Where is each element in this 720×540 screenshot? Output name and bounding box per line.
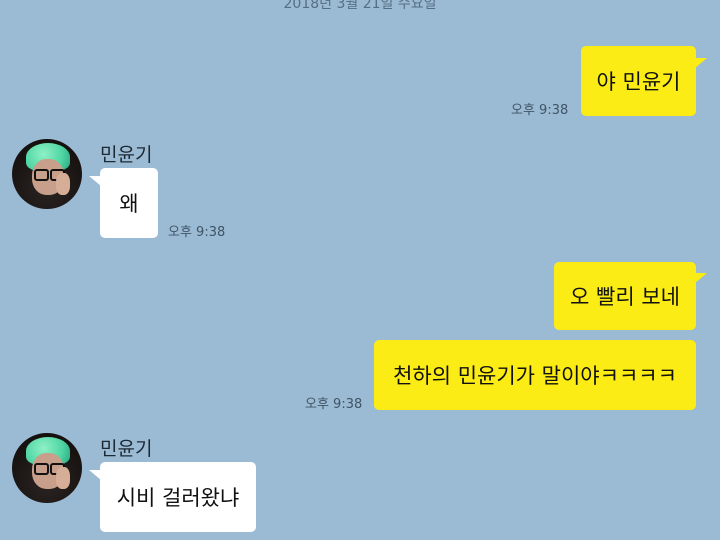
their-message-bubble[interactable]: 왜 bbox=[100, 168, 158, 238]
message-time: 오후 9:38 bbox=[168, 225, 226, 240]
date-separator: 2018년 3월 21일 수요일 bbox=[0, 0, 720, 13]
bubble-tail bbox=[695, 273, 707, 283]
bubble-tail bbox=[695, 58, 707, 68]
my-message-bubble[interactable]: 야 민윤기 bbox=[581, 46, 696, 116]
message-text: 천하의 민윤기가 말이야ㅋㅋㅋㅋ bbox=[393, 364, 677, 388]
contact-avatar[interactable] bbox=[12, 139, 82, 209]
message-text: 시비 걸러왔냐 bbox=[116, 486, 240, 510]
sender-name: 민윤기 bbox=[100, 144, 153, 166]
sender-name: 민윤기 bbox=[100, 438, 153, 460]
message-text: 야 민윤기 bbox=[596, 70, 681, 94]
message-time: 오후 9:38 bbox=[511, 103, 569, 118]
my-message-bubble[interactable]: 천하의 민윤기가 말이야ㅋㅋㅋㅋ bbox=[374, 340, 696, 410]
date-label: 2018년 3월 21일 수요일 bbox=[283, 0, 437, 12]
my-message-bubble[interactable]: 오 빨리 보네 bbox=[554, 262, 696, 330]
message-text: 오 빨리 보네 bbox=[570, 285, 680, 309]
their-message-bubble[interactable]: 시비 걸러왔냐 bbox=[100, 462, 256, 532]
message-text: 왜 bbox=[119, 192, 139, 216]
message-time: 오후 9:38 bbox=[305, 397, 363, 412]
contact-avatar[interactable] bbox=[12, 433, 82, 503]
